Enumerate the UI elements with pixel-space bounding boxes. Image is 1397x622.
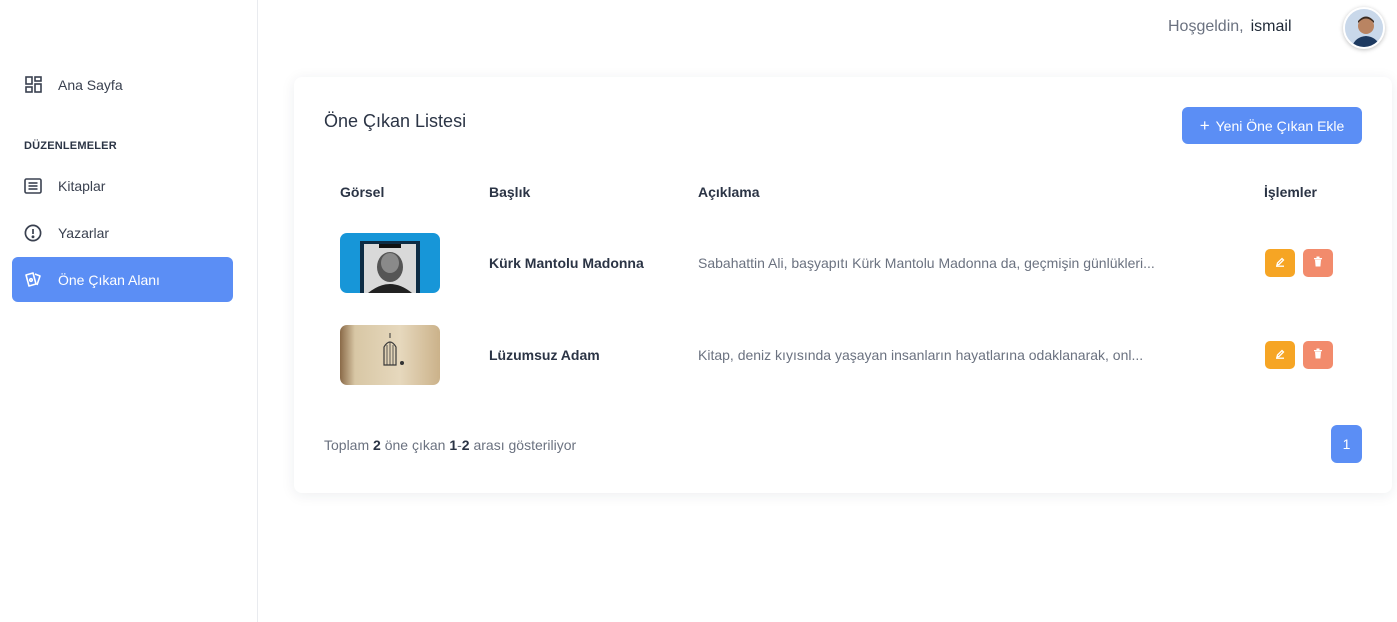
column-header-islemler: İşlemler bbox=[1264, 184, 1317, 200]
plus-icon: + bbox=[1199, 116, 1210, 135]
list-icon bbox=[24, 177, 42, 195]
delete-button[interactable] bbox=[1303, 249, 1333, 277]
row-description: Kitap, deniz kıyısında yaşayan insanları… bbox=[698, 347, 1144, 363]
sidebar-item-yazarlar[interactable]: Yazarlar bbox=[12, 210, 233, 255]
page-button-1[interactable]: 1 bbox=[1331, 425, 1362, 463]
row-description: Sabahattin Ali, başyapıtı Kürk Mantolu M… bbox=[698, 255, 1155, 271]
summary-middle: öne çıkan bbox=[384, 437, 446, 453]
edit-icon bbox=[1275, 254, 1285, 272]
column-header-baslik: Başlık bbox=[489, 184, 531, 200]
summary-suffix: arası gösteriliyor bbox=[473, 437, 577, 453]
sidebar-item-label: Ana Sayfa bbox=[58, 76, 123, 93]
sidebar-item-kitaplar[interactable]: Kitaplar bbox=[12, 163, 233, 208]
summary-prefix: Toplam bbox=[324, 437, 370, 453]
sidebar-item-label: Öne Çıkan Alanı bbox=[58, 271, 160, 288]
featured-list-card: Öne Çıkan Listesi + Yeni Öne Çıkan Ekle … bbox=[294, 77, 1392, 493]
column-header-gorsel: Görsel bbox=[340, 184, 385, 200]
edit-button[interactable] bbox=[1265, 341, 1295, 369]
summary-range-end: 2 bbox=[461, 437, 470, 453]
trash-icon bbox=[1313, 346, 1323, 364]
summary-total: 2 bbox=[373, 437, 381, 453]
username: ismail bbox=[1250, 18, 1292, 35]
row-title: Kürk Mantolu Madonna bbox=[489, 255, 644, 271]
sidebar-item-ana-sayfa[interactable]: Ana Sayfa bbox=[12, 62, 233, 107]
column-header-aciklama: Açıklama bbox=[698, 184, 760, 200]
book-cover-image bbox=[340, 233, 440, 293]
book-cover-image bbox=[340, 325, 440, 385]
cards-icon bbox=[24, 271, 42, 289]
edit-button[interactable] bbox=[1265, 249, 1295, 277]
section-title: DÜZENLEMELER bbox=[24, 140, 117, 152]
summary-range-start: 1 bbox=[449, 437, 458, 453]
table-row: Kürk Mantolu Madonna Sabahattin Ali, baş… bbox=[294, 233, 1392, 293]
sidebar-item-label: Yazarlar bbox=[58, 224, 110, 241]
sidebar-item-one-cikan-alani[interactable]: Öne Çıkan Alanı bbox=[12, 257, 233, 302]
page-title: Öne Çıkan Listesi bbox=[324, 111, 467, 131]
sidebar: Ana Sayfa DÜZENLEMELER Kitaplar Yazarlar… bbox=[0, 0, 258, 622]
delete-button[interactable] bbox=[1303, 341, 1333, 369]
add-featured-button[interactable]: + Yeni Öne Çıkan Ekle bbox=[1182, 107, 1362, 144]
dashboard-icon bbox=[24, 76, 42, 94]
row-title: Lüzumsuz Adam bbox=[489, 347, 600, 363]
add-featured-label: Yeni Öne Çıkan Ekle bbox=[1215, 117, 1345, 134]
edit-icon bbox=[1275, 346, 1285, 364]
pagination-summary: Toplam 2 öne çıkan 1-2 arası gösteriliyo… bbox=[324, 437, 576, 453]
alert-circle-icon bbox=[24, 224, 42, 242]
greeting-text: Hoşgeldin, bbox=[1168, 18, 1244, 35]
trash-icon bbox=[1313, 254, 1323, 272]
avatar[interactable] bbox=[1343, 7, 1385, 49]
table-row: Lüzumsuz Adam Kitap, deniz kıyısında yaş… bbox=[294, 325, 1392, 385]
sidebar-item-label: Kitaplar bbox=[58, 177, 106, 194]
greeting: Hoşgeldin, ismail bbox=[1168, 18, 1292, 36]
